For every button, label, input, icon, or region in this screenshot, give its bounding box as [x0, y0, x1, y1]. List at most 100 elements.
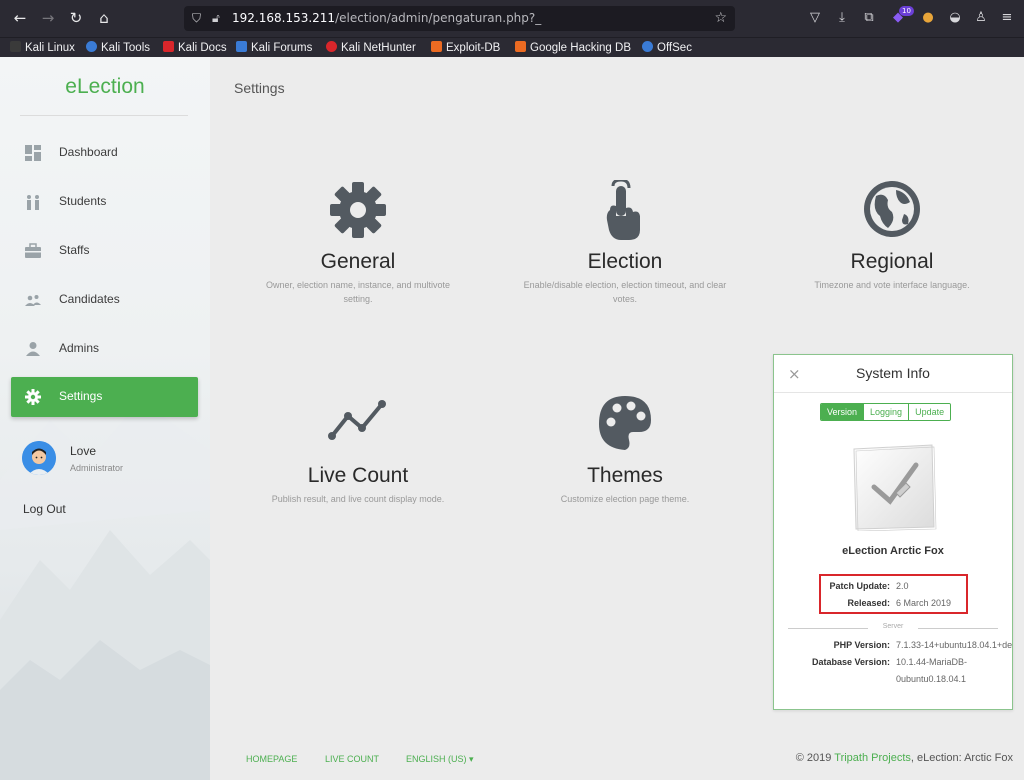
bookmark-offsec[interactable]: OffSec — [642, 40, 692, 56]
sidebar-item-staffs[interactable]: Staffs — [11, 231, 198, 271]
url-host: 192.168.153.211 — [232, 11, 336, 25]
url-bar[interactable]: ⛉ 🔓︎ 192.168.153.211/election/admin/peng… — [184, 6, 735, 31]
bookmark-kali-docs[interactable]: Kali Docs — [163, 40, 227, 56]
account-icon[interactable]: ♙ — [972, 9, 990, 27]
url-path: /election/admin/pengaturan.php?_ — [335, 11, 542, 25]
bookmark-label: Kali Linux — [25, 42, 75, 54]
bookmark-kali-nethunter[interactable]: Kali NetHunter — [326, 40, 416, 56]
divider — [20, 115, 188, 116]
footer-homepage-link[interactable]: HOMEPAGE — [246, 754, 297, 764]
language-label: ENGLISH (US) — [406, 754, 467, 764]
sidebar-item-students[interactable]: Students — [11, 182, 198, 222]
bookmark-star-icon[interactable]: ☆ — [714, 6, 727, 31]
back-icon[interactable]: ← — [10, 8, 30, 28]
incognito-icon[interactable]: ◒ — [946, 9, 964, 27]
menu-icon[interactable]: ≡ — [998, 9, 1016, 27]
patch-update-value: 2.0 — [896, 581, 909, 591]
tripath-projects-link[interactable]: Tripath Projects — [834, 752, 911, 764]
sidebar-item-label: Staffs — [59, 243, 90, 257]
bookmark-google-hacking-db[interactable]: Google Hacking DB — [515, 40, 631, 56]
bookmark-label: OffSec — [657, 42, 692, 54]
bookmark-kali-tools[interactable]: Kali Tools — [86, 40, 150, 56]
ghdb-icon — [515, 41, 526, 52]
line-chart-icon — [328, 400, 386, 440]
brand-logo[interactable]: eLection — [0, 75, 210, 99]
php-version-label: PHP Version: — [833, 640, 890, 650]
bookmark-kali-linux[interactable]: Kali Linux — [10, 40, 75, 56]
nethunter-icon — [326, 41, 337, 52]
page-title: Settings — [234, 80, 285, 96]
home-icon[interactable]: ⌂ — [94, 8, 114, 28]
insecure-lock-icon[interactable]: 🔓︎ — [212, 6, 220, 31]
url-text[interactable]: 192.168.153.211/election/admin/pengatura… — [232, 6, 541, 31]
system-info-modal: × System Info Version Logging Update eLe… — [773, 354, 1013, 710]
globe-icon — [864, 181, 920, 237]
bookmark-label: Exploit-DB — [446, 42, 501, 54]
bookmark-exploit-db[interactable]: Exploit-DB — [431, 40, 500, 56]
browser-toolbar: ← → ↻ ⌂ ⛉ 🔓︎ 192.168.153.211/election/ad… — [0, 0, 1024, 37]
sidebar-item-dashboard[interactable]: Dashboard — [11, 133, 198, 173]
database-version-value-line2: 0ubuntu0.18.04.1 — [896, 674, 967, 684]
tab-logging[interactable]: Logging — [863, 404, 909, 420]
extensions-icon[interactable]: ⧉ — [860, 9, 878, 27]
copyright-prefix: © 2019 — [795, 752, 835, 764]
footer-language-dropdown[interactable]: ENGLISH (US) ▾ — [406, 754, 474, 765]
briefcase-icon — [25, 243, 41, 258]
card-title: General — [320, 250, 396, 273]
caret-down-icon: ▾ — [469, 754, 474, 764]
database-version-row-cont: 0ubuntu0.18.04.1 — [774, 674, 1012, 686]
modal-tabs: Version Logging Update — [820, 403, 952, 421]
bookmark-label: Kali Forums — [251, 42, 313, 54]
cookie-extension-icon[interactable]: ● — [919, 9, 937, 27]
server-section-label: Server — [882, 623, 904, 630]
modal-header: × System Info — [774, 355, 1012, 393]
settings-card-live-count[interactable]: Live Count Publish result, and live coun… — [243, 394, 473, 514]
reload-icon[interactable]: ↻ — [66, 8, 86, 28]
sidebar-item-settings[interactable]: Settings — [11, 377, 198, 417]
database-version-row: Database Version: 10.1.44-MariaDB- — [774, 657, 1012, 669]
forward-icon[interactable]: → — [38, 8, 58, 28]
released-row: Released: 6 March 2019 — [774, 598, 1012, 610]
footer-live-count-link[interactable]: LIVE COUNT — [325, 754, 379, 764]
kali-forums-icon — [236, 41, 247, 52]
avatar[interactable] — [22, 441, 56, 475]
settings-card-general[interactable]: General Owner, election name, instance, … — [243, 180, 473, 320]
patch-update-label: Patch Update: — [829, 581, 890, 591]
php-version-value: 7.1.33-14+ubuntu18.04.1+deb — [896, 640, 1013, 650]
logout-link[interactable]: Log Out — [23, 502, 66, 516]
server-divider: Server — [788, 623, 998, 633]
modal-title: System Info — [856, 365, 930, 381]
tab-update[interactable]: Update — [908, 404, 951, 420]
download-icon[interactable]: ⤓ — [833, 9, 851, 27]
bookmark-label: Google Hacking DB — [530, 42, 631, 54]
settings-card-election[interactable]: Election Enable/disable election, electi… — [510, 180, 740, 320]
settings-card-regional[interactable]: Regional Timezone and vote interface lan… — [777, 180, 1007, 320]
card-title: Regional — [850, 250, 934, 273]
offsec-icon — [642, 41, 653, 52]
user-role: Administrator — [70, 463, 124, 473]
admin-user-icon — [26, 342, 40, 356]
tab-version[interactable]: Version — [821, 404, 864, 420]
pocket-icon[interactable]: ▽ — [806, 9, 824, 27]
candidates-icon — [25, 295, 41, 306]
sidebar: eLection Dashboard Students Staffs Candi… — [0, 57, 210, 780]
settings-card-themes[interactable]: Themes Customize election page theme. — [510, 394, 740, 514]
students-icon — [27, 195, 39, 210]
pointer-hand-icon — [606, 180, 640, 240]
card-title: Themes — [587, 464, 663, 487]
palette-icon — [599, 396, 651, 450]
shield-icon[interactable]: ⛉ — [192, 6, 201, 31]
card-title: Election — [587, 250, 663, 273]
sidebar-item-label: Settings — [59, 389, 103, 403]
sidebar-item-candidates[interactable]: Candidates — [11, 280, 198, 320]
avatar-face-icon — [22, 441, 56, 475]
sidebar-item-admins[interactable]: Admins — [11, 329, 198, 369]
footer-copyright: © 2019 Tripath Projects, eLection: Arcti… — [796, 752, 1013, 764]
kali-tools-icon — [86, 41, 97, 52]
bookmark-kali-forums[interactable]: Kali Forums — [236, 40, 312, 56]
bookmark-label: Kali Docs — [178, 42, 227, 54]
bookmark-label: Kali NetHunter — [341, 42, 416, 54]
sidebar-item-label: Candidates — [59, 292, 120, 306]
released-value: 6 March 2019 — [896, 598, 952, 608]
card-description: Owner, election name, instance, and mult… — [265, 280, 451, 304]
